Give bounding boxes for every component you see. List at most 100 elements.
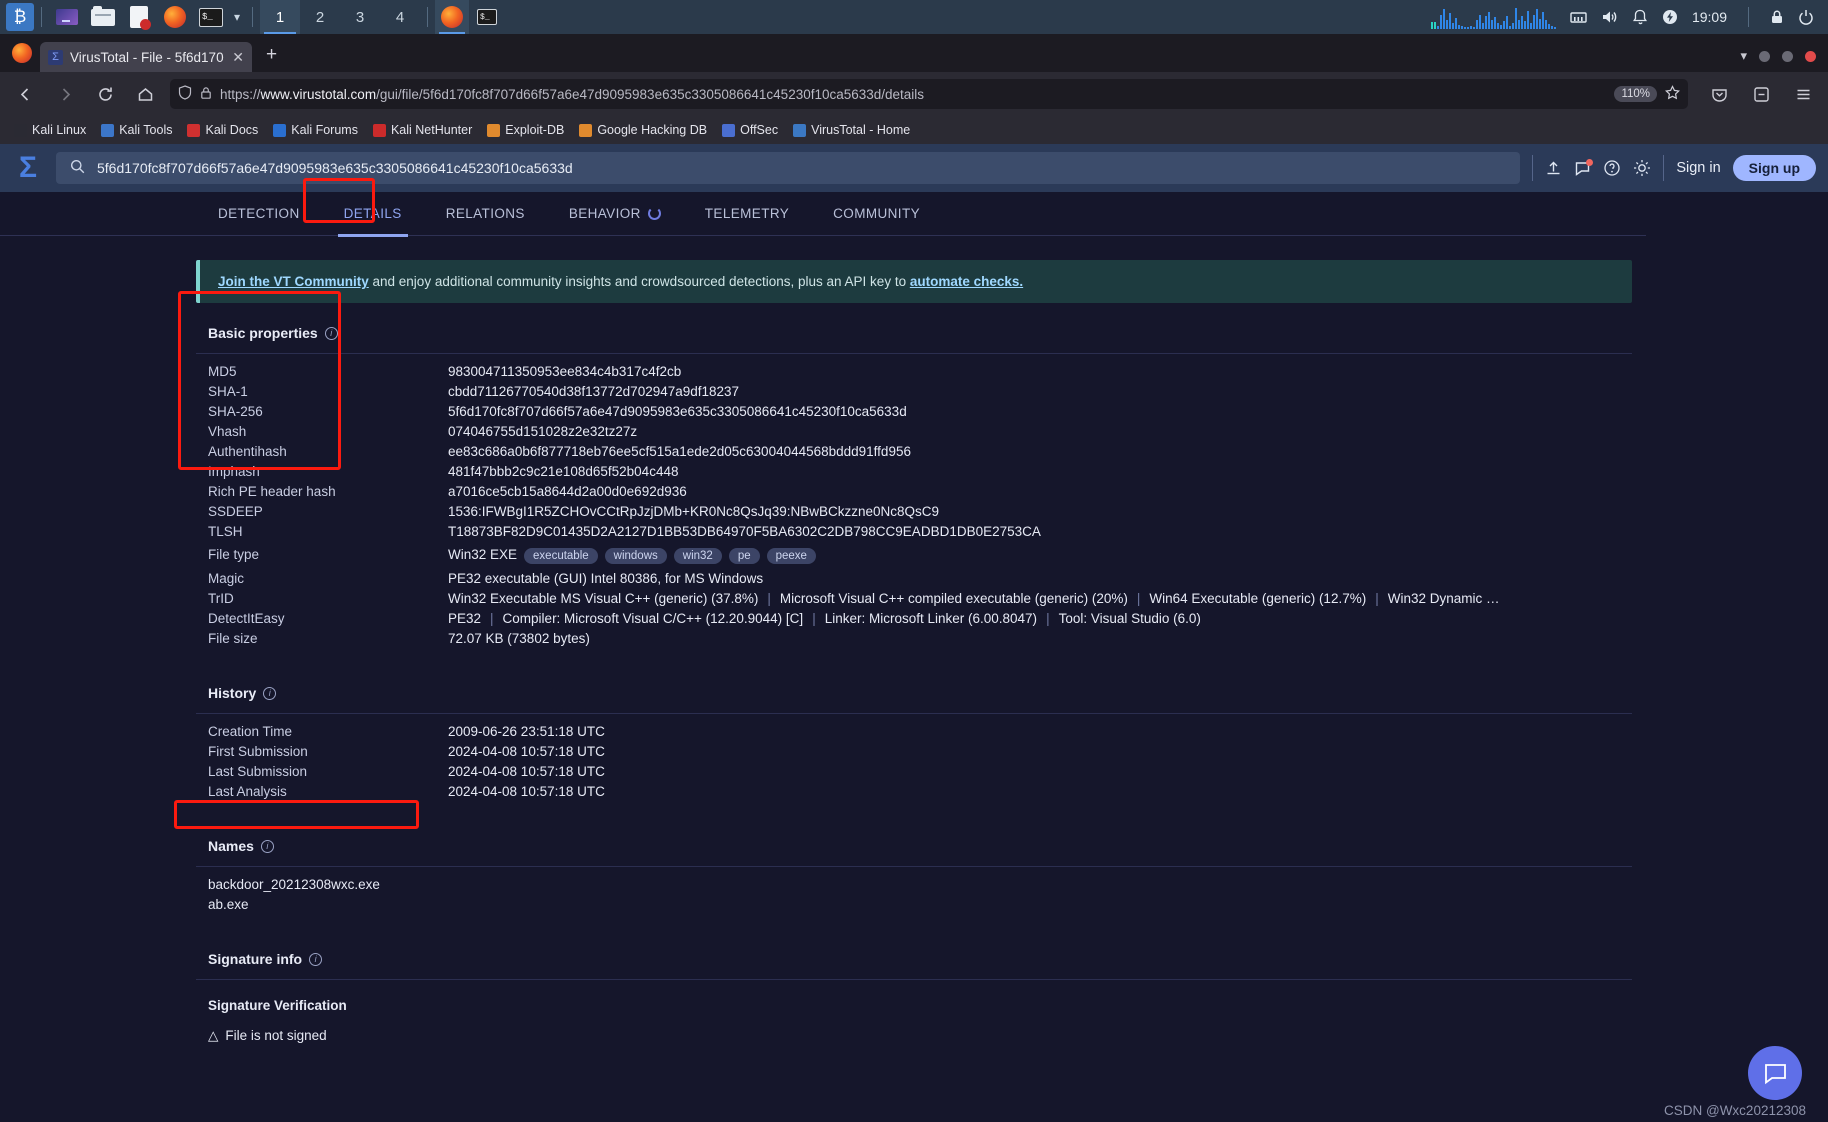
bookmark-google-hacking-db[interactable]: Google Hacking DB <box>573 120 713 140</box>
audio-visualizer <box>1430 5 1556 29</box>
signature-info-section: Signature info i Signature Verification … <box>196 929 1632 1060</box>
lock-icon[interactable] <box>1770 9 1784 25</box>
bookmark-kali-forums[interactable]: Kali Forums <box>267 120 364 140</box>
file-type-tag[interactable]: peexe <box>766 548 816 564</box>
bookmark-favicon <box>579 123 593 137</box>
bookmark-favicon <box>101 123 115 137</box>
tab-community[interactable]: COMMUNITY <box>811 192 942 236</box>
network-icon[interactable] <box>1570 10 1587 25</box>
info-icon[interactable]: i <box>260 839 274 853</box>
detectiteasy-part: Compiler: Microsoft Visual C/C++ (12.20.… <box>502 611 804 626</box>
volume-icon[interactable] <box>1601 9 1619 25</box>
theme-icon[interactable] <box>1633 159 1651 177</box>
reload-icon[interactable] <box>90 79 120 109</box>
property-key: DetectItEasy <box>208 611 285 626</box>
shield-icon[interactable] <box>178 85 192 103</box>
pocket-icon[interactable] <box>1704 79 1734 109</box>
kali-menu-icon[interactable]: ₿ <box>6 3 34 31</box>
text-editor-icon[interactable] <box>124 4 154 30</box>
home-icon[interactable] <box>130 79 160 109</box>
file-type-tag[interactable]: win32 <box>673 548 722 564</box>
property-key: TLSH <box>208 524 243 539</box>
tab-behavior[interactable]: BEHAVIOR <box>547 192 683 236</box>
tab-label: TELEMETRY <box>704 205 790 221</box>
chat-fab-button[interactable] <box>1748 1046 1802 1100</box>
workspace-1[interactable]: 1 <box>260 0 301 34</box>
extensions-icon[interactable] <box>1746 79 1776 109</box>
search-input[interactable]: 5f6d170fc8f707d66f57a6e47d9095983e635c33… <box>56 152 1521 184</box>
clock[interactable]: 19:09 <box>1692 9 1727 25</box>
maximize-button[interactable] <box>1782 50 1793 62</box>
bookmark-exploit-db[interactable]: Exploit-DB <box>481 120 570 140</box>
info-icon[interactable]: i <box>324 326 338 340</box>
signature-info-rows: Signature Verification △ File is not sign… <box>196 980 1632 1060</box>
workspace-3[interactable]: 3 <box>340 0 380 34</box>
file-manager-icon[interactable] <box>88 4 118 30</box>
bookmark-kali-tools[interactable]: Kali Tools <box>95 120 178 140</box>
bookmark-star-icon[interactable] <box>1664 85 1681 103</box>
tab-label: BEHAVIOR <box>568 205 641 221</box>
chevron-down-icon[interactable]: ▾ <box>234 10 240 24</box>
power-icon[interactable] <box>1662 9 1678 25</box>
property-value: PE32 | Compiler: Microsoft Visual C/C++ (1… <box>448 609 1201 629</box>
tab-detection[interactable]: DETECTION <box>196 192 322 236</box>
menu-icon[interactable] <box>1788 79 1818 109</box>
running-firefox[interactable] <box>435 0 470 34</box>
firefox-icon[interactable] <box>160 4 190 30</box>
property-value: 481f47bbb2c9c21e108d65f52b04c448 <box>448 464 679 479</box>
help-icon[interactable] <box>1603 159 1621 177</box>
terminal-purple-icon[interactable] <box>52 4 82 30</box>
forward-icon[interactable] <box>50 79 80 109</box>
tab-telemetry[interactable]: TELEMETRY <box>683 192 811 236</box>
system-tray: 19:09 <box>1430 5 1822 29</box>
bookmark-label: Kali NetHunter <box>390 123 473 137</box>
tab-label: COMMUNITY <box>833 205 920 221</box>
file-type-tag[interactable]: windows <box>604 548 667 564</box>
url-bar[interactable]: https://www.virustotal.com/gui/file/5f6d… <box>170 79 1688 109</box>
logout-icon[interactable] <box>1798 9 1814 25</box>
bookmark-kali-nethunter[interactable]: Kali NetHunter <box>367 120 478 140</box>
list-all-tabs-icon[interactable]: ▾ <box>1740 48 1747 64</box>
history-section: History i Creation Time 2009-06-26 23:51:… <box>196 663 1632 816</box>
property-key: Rich PE header hash <box>208 484 336 499</box>
back-icon[interactable] <box>10 79 40 109</box>
automate-checks-link[interactable]: automate checks. <box>910 274 1023 289</box>
tab-details[interactable]: DETAILS <box>322 192 424 237</box>
join-community-link[interactable]: Join the VT Community <box>218 274 369 289</box>
sign-up-button[interactable]: Sign up <box>1732 155 1816 181</box>
bookmark-label: Kali Docs <box>205 123 259 137</box>
minimize-button[interactable] <box>1759 50 1770 62</box>
property-value: 074046755d151028z2e32tz27z <box>448 424 638 439</box>
bookmark-kali-docs[interactable]: Kali Docs <box>181 120 264 140</box>
lock-icon[interactable] <box>200 86 212 103</box>
bell-icon[interactable] <box>1632 9 1648 25</box>
file-type-tag[interactable]: pe <box>728 548 760 564</box>
file-type-tag[interactable]: executable <box>524 548 598 564</box>
url-text[interactable]: https://www.virustotal.com/gui/file/5f6d… <box>220 87 1606 102</box>
browser-tab-active[interactable]: Σ VirusTotal - File - 5f6d170 ✕ <box>40 42 252 72</box>
terminal-icon[interactable]: $_ <box>196 4 226 30</box>
zoom-level-badge[interactable]: 110% <box>1614 86 1657 102</box>
bookmark-virustotal-home[interactable]: VirusTotal - Home <box>787 120 916 140</box>
section-heading-text: History <box>208 685 257 701</box>
property-row: Vhash 074046755d151028z2e32tz27z <box>196 422 1632 442</box>
close-window-button[interactable] <box>1805 50 1816 62</box>
bookmark-kali-linux[interactable]: Kali Linux <box>8 120 92 140</box>
workspace-4[interactable]: 4 <box>380 0 420 34</box>
tab-relations[interactable]: RELATIONS <box>424 192 547 236</box>
info-icon[interactable]: i <box>309 952 323 966</box>
info-icon[interactable]: i <box>263 686 277 700</box>
property-row: TLSH T18873BF82D9C01435D2A2127D1BB53DB649… <box>196 522 1632 542</box>
bookmark-label: VirusTotal - Home <box>811 123 911 137</box>
upload-icon[interactable] <box>1545 160 1562 177</box>
workspace-2[interactable]: 2 <box>300 0 340 34</box>
virustotal-logo-icon[interactable]: Σ <box>12 151 44 184</box>
new-tab-button[interactable]: + <box>266 44 277 66</box>
tab-label: DETECTION <box>218 205 300 221</box>
running-terminal[interactable]: $_ <box>472 4 502 30</box>
comment-icon[interactable] <box>1574 158 1594 177</box>
names-title: Names i <box>196 816 1632 867</box>
close-icon[interactable]: ✕ <box>232 49 244 66</box>
sign-in-button[interactable]: Sign in <box>1676 160 1720 176</box>
bookmark-offsec[interactable]: OffSec <box>716 120 784 140</box>
